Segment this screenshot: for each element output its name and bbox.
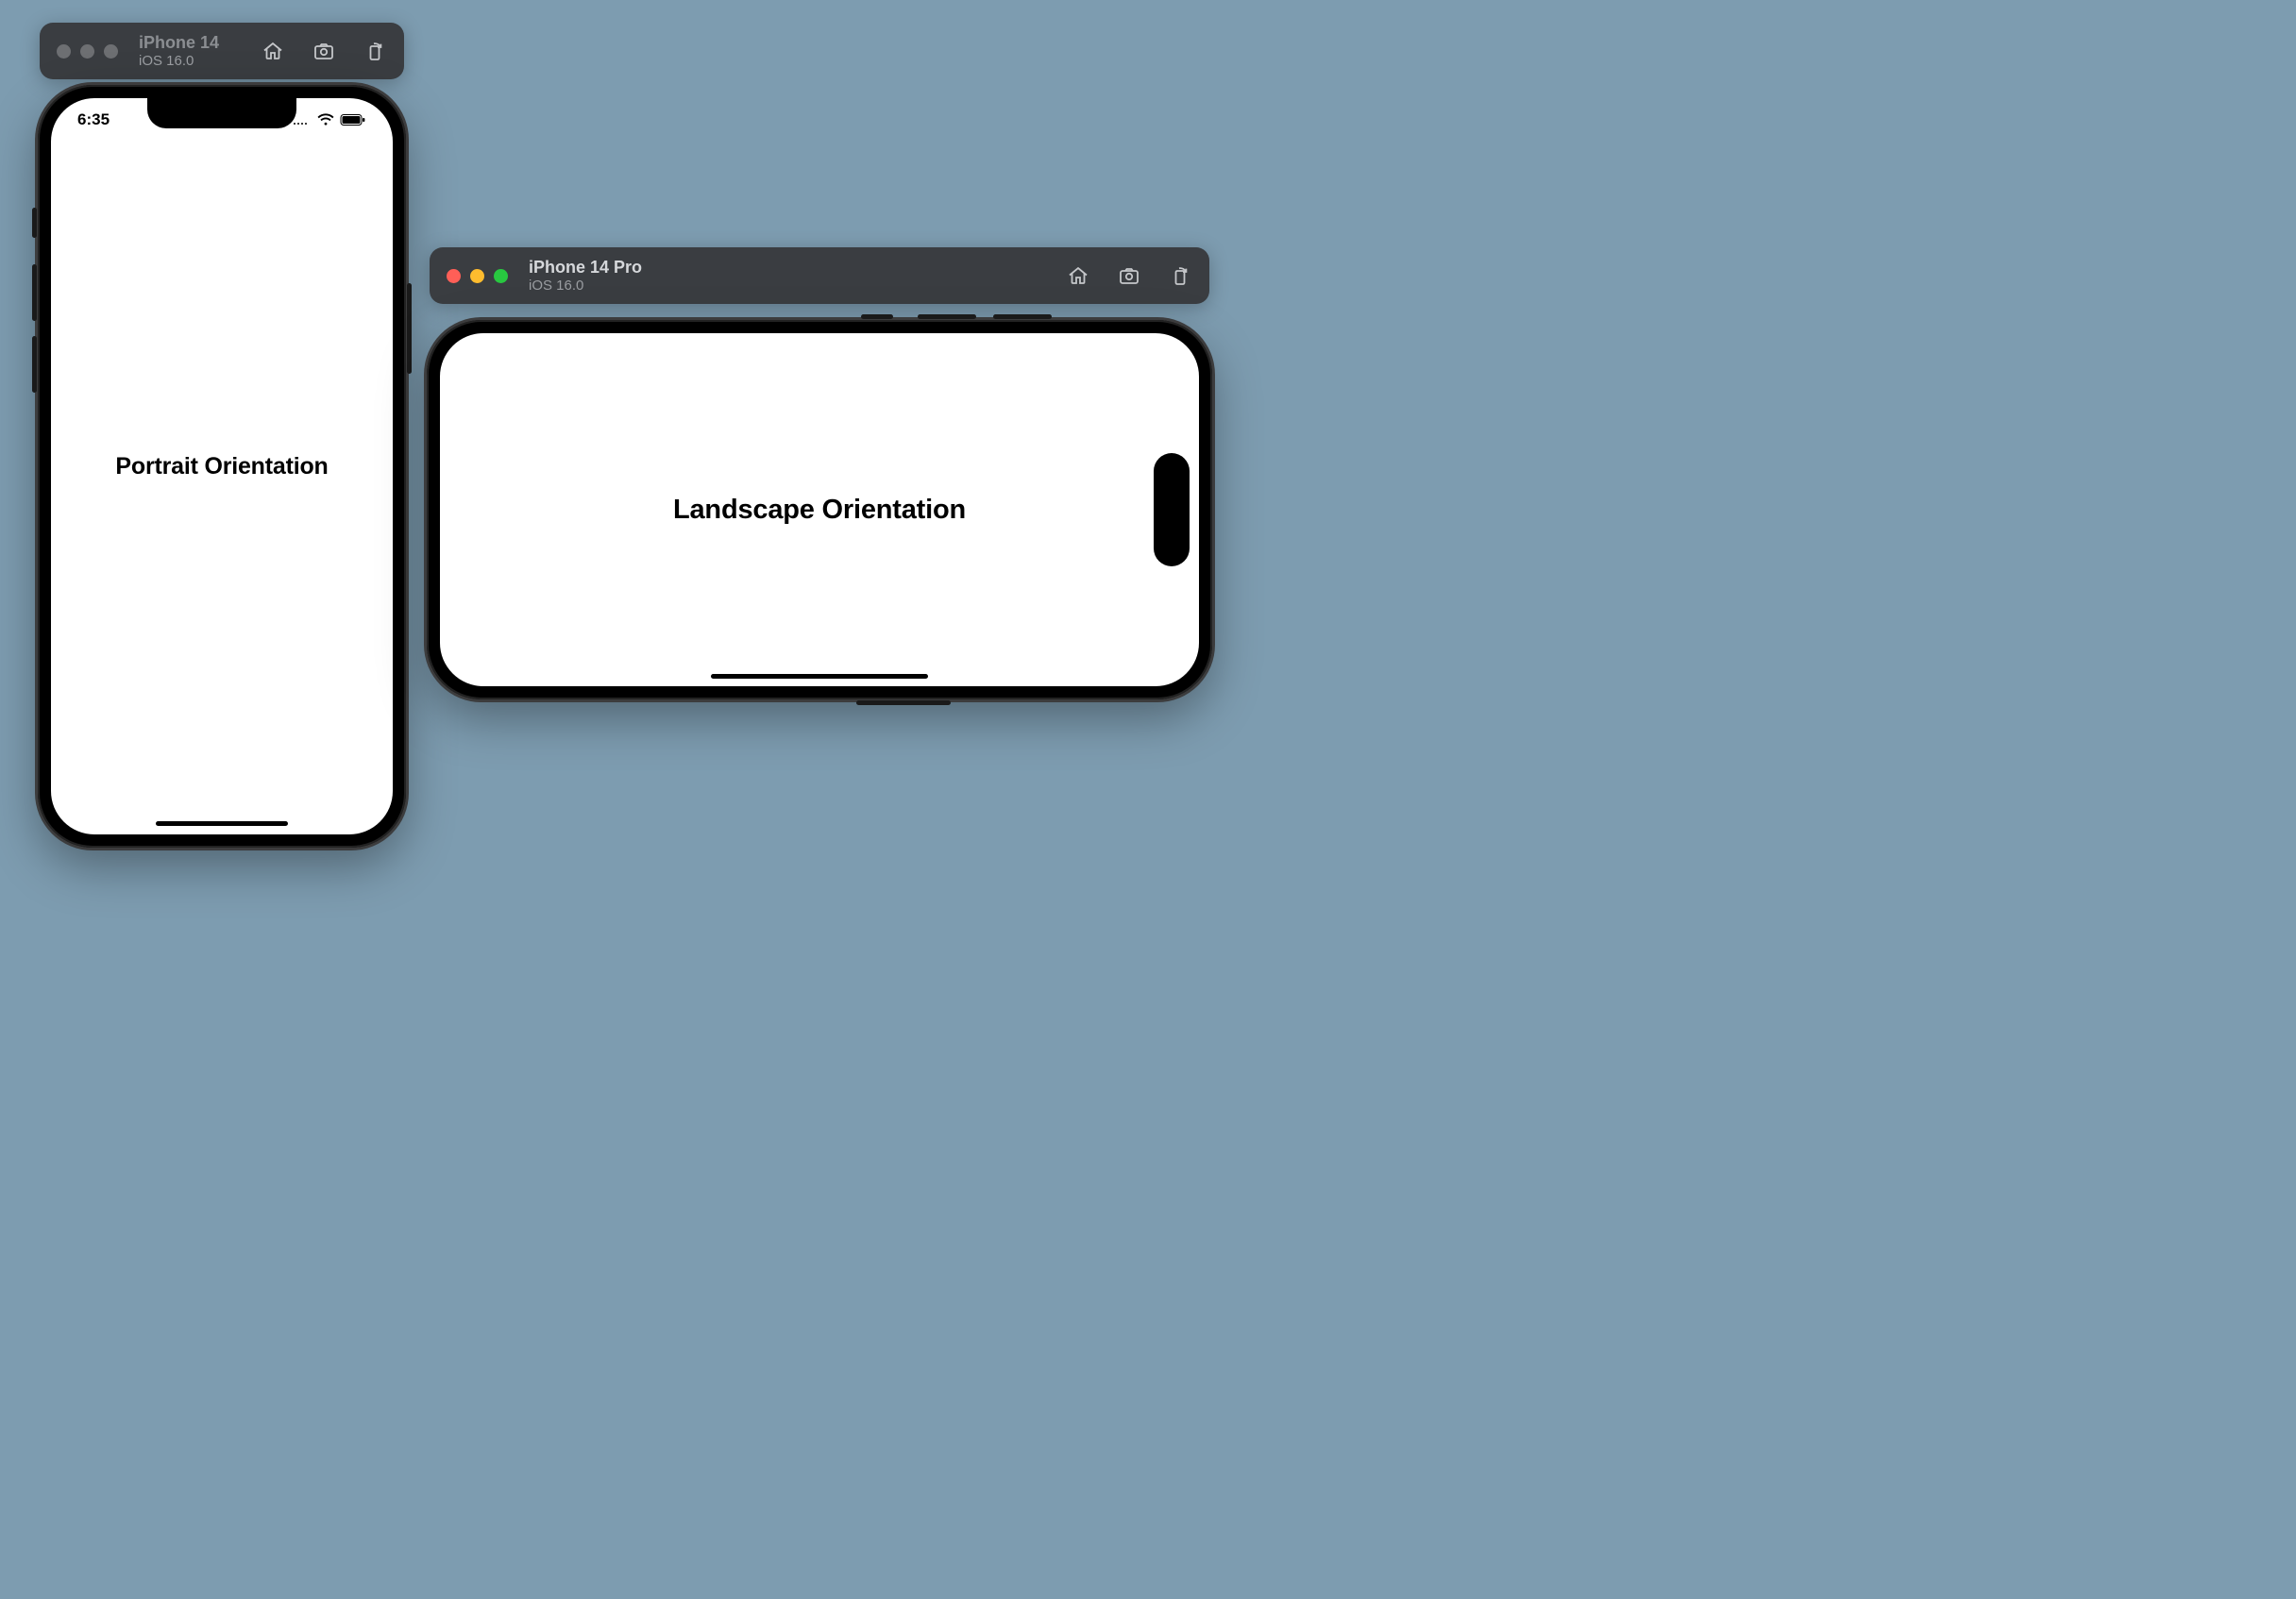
screenshot-icon[interactable]	[1117, 263, 1141, 288]
window-controls	[447, 269, 508, 283]
window-minimize-button[interactable]	[80, 44, 94, 59]
toolbar-actions	[1066, 263, 1192, 288]
simulator-device-landscape: Landscape Orientation	[427, 320, 1212, 699]
os-version: iOS 16.0	[139, 53, 219, 69]
home-indicator[interactable]	[711, 674, 928, 679]
device-name: iPhone 14 Pro	[529, 258, 642, 278]
side-button	[856, 700, 951, 705]
rotate-icon[interactable]	[363, 39, 387, 63]
status-bar: 6:35	[51, 109, 393, 130]
screenshot-icon[interactable]	[312, 39, 336, 63]
home-icon[interactable]	[261, 39, 285, 63]
window-controls	[57, 44, 118, 59]
app-content-label: Landscape Orientation	[673, 495, 966, 526]
status-time: 6:35	[77, 110, 110, 129]
simulator-device-portrait: 6:35 Portrait Orientation	[38, 85, 406, 848]
volume-down-button	[32, 336, 37, 393]
simulator-title: iPhone 14 iOS 16.0	[139, 33, 219, 69]
volume-up-button	[32, 264, 37, 321]
window-minimize-button[interactable]	[470, 269, 484, 283]
simulator-toolbar-landscape: iPhone 14 Pro iOS 16.0	[430, 247, 1209, 304]
device-screen[interactable]: Landscape Orientation	[440, 333, 1199, 686]
mute-switch	[32, 208, 37, 238]
mute-switch	[861, 314, 893, 319]
volume-down-button	[993, 314, 1052, 319]
window-zoom-button[interactable]	[104, 44, 118, 59]
simulator-title: iPhone 14 Pro iOS 16.0	[529, 258, 642, 294]
window-close-button[interactable]	[57, 44, 71, 59]
cellular-icon	[293, 114, 312, 126]
dynamic-island	[1154, 453, 1190, 566]
side-button	[407, 283, 412, 374]
app-content-label: Portrait Orientation	[115, 453, 328, 480]
window-close-button[interactable]	[447, 269, 461, 283]
status-right	[293, 113, 366, 126]
wifi-icon	[317, 113, 334, 126]
device-screen[interactable]: 6:35 Portrait Orientation	[51, 98, 393, 834]
home-icon[interactable]	[1066, 263, 1090, 288]
rotate-icon[interactable]	[1168, 263, 1192, 288]
simulator-toolbar-portrait: iPhone 14 iOS 16.0	[40, 23, 404, 79]
os-version: iOS 16.0	[529, 278, 642, 294]
volume-up-button	[918, 314, 976, 319]
device-name: iPhone 14	[139, 33, 219, 53]
battery-icon	[340, 113, 366, 126]
home-indicator[interactable]	[156, 821, 288, 826]
toolbar-actions	[261, 39, 387, 63]
window-zoom-button[interactable]	[494, 269, 508, 283]
